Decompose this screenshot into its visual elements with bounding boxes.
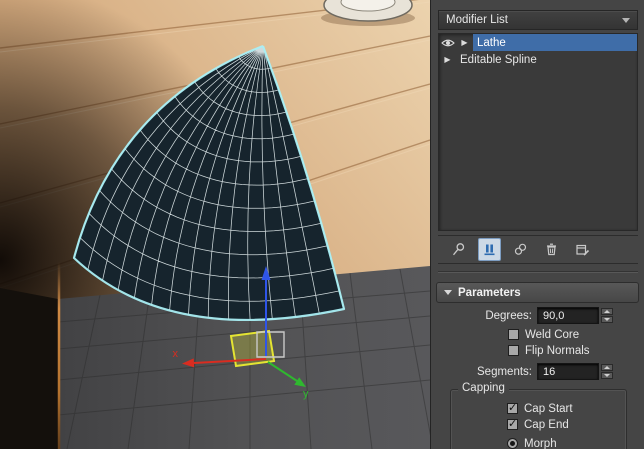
spinner-up-button[interactable] [601, 364, 613, 371]
degrees-row: Degrees: 90,0 [436, 306, 613, 325]
segments-spinner [601, 364, 613, 379]
scene-object-top[interactable] [321, 0, 415, 26]
cap-end-checkbox[interactable] [507, 419, 518, 430]
segments-label: Segments: [477, 365, 532, 378]
weld-core-checkbox[interactable] [508, 329, 519, 340]
configure-modifier-sets-icon[interactable] [571, 238, 594, 261]
spinner-up-button[interactable] [601, 308, 613, 315]
gizmo-y-label: y [303, 388, 309, 400]
capping-group: Capping Cap Start Cap End Morph [450, 382, 627, 449]
pin-stack-icon[interactable] [447, 238, 470, 261]
stack-item-editable-spline[interactable]: ▶ Editable Spline [439, 51, 637, 68]
cap-start-checkbox[interactable] [507, 403, 518, 414]
stack-item-label[interactable]: Editable Spline [456, 51, 637, 68]
stack-item-label[interactable]: Lathe [473, 34, 637, 51]
remove-modifier-trash-icon[interactable] [540, 238, 563, 261]
morph-row: Morph [507, 436, 626, 449]
capping-group-title: Capping [458, 382, 509, 394]
chevron-right-icon: ▶ [461, 37, 468, 47]
parameters-rollout-body: Degrees: 90,0 Weld Core Flip Normals Seg… [436, 306, 639, 449]
degrees-spinner [601, 308, 613, 323]
weld-core-label: Weld Core [525, 328, 580, 341]
panel-divider [438, 271, 638, 273]
flip-normals-row: Flip Normals [508, 343, 639, 358]
weld-core-row: Weld Core [508, 327, 639, 342]
modifier-list-dropdown[interactable]: Modifier List [438, 10, 638, 30]
chevron-down-icon [622, 17, 630, 23]
segments-row: Segments: 16 [436, 362, 613, 381]
expand-arrow-icon[interactable]: ▶ [439, 55, 456, 64]
modifier-stack-list[interactable]: ▶ Lathe ▶ Editable Spline [438, 33, 638, 231]
degrees-label: Degrees: [485, 309, 532, 322]
floor-shadow-left [0, 288, 58, 449]
rollout-title: Parameters [458, 286, 521, 299]
stack-toolbar [438, 235, 638, 264]
modifier-list-label: Modifier List [446, 14, 508, 26]
3d-viewport[interactable]: xy [0, 0, 430, 449]
gizmo-x-label: x [173, 348, 179, 360]
flip-normals-label: Flip Normals [525, 344, 590, 357]
spinner-down-button[interactable] [601, 316, 613, 323]
application-window: xy Modifier List ▶ Lathe ▶ Editable Spli… [0, 0, 644, 449]
flip-normals-checkbox[interactable] [508, 345, 519, 356]
parameters-rollout-header[interactable]: Parameters [436, 282, 639, 303]
stack-item-lathe[interactable]: ▶ Lathe [439, 34, 637, 51]
visibility-eye-icon[interactable] [439, 38, 456, 48]
cap-start-label: Cap Start [524, 402, 573, 415]
morph-radio[interactable] [507, 438, 518, 449]
show-end-result-icon[interactable] [478, 238, 501, 261]
viewport-canvas[interactable]: xy [0, 0, 430, 449]
cap-end-label: Cap End [524, 418, 569, 431]
segments-input[interactable]: 16 [537, 363, 599, 380]
degrees-input[interactable]: 90,0 [537, 307, 599, 324]
cap-start-row: Cap Start [507, 401, 626, 416]
morph-label: Morph [524, 437, 557, 449]
cap-end-row: Cap End [507, 417, 626, 432]
spinner-down-button[interactable] [601, 372, 613, 379]
command-panel: Modifier List ▶ Lathe ▶ Editable Spline [430, 0, 644, 449]
make-unique-icon[interactable] [509, 238, 532, 261]
rollout-collapse-icon [444, 290, 452, 295]
